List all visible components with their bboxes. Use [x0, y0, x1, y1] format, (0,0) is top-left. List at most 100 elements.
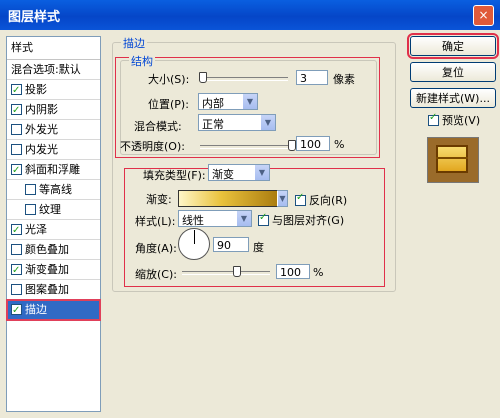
angle-dial[interactable]	[178, 228, 210, 260]
sidebar-item-label: 混合选项:默认	[11, 63, 81, 76]
align-with-layer-label: 与图层对齐(G)	[272, 214, 345, 227]
opacity-label: 不透明度(O):	[120, 140, 185, 153]
chevron-down-icon: ▼	[242, 94, 257, 109]
gradient-style-select[interactable]: 线性 ▼	[178, 210, 252, 227]
gradient-swatch[interactable]	[178, 190, 286, 207]
sidebar-item-label: 渐变叠加	[25, 263, 69, 276]
preview-checkbox[interactable]: 预览(V)	[428, 112, 480, 128]
angle-dial-indicator	[194, 230, 195, 244]
sidebar-item[interactable]: 斜面和浮雕	[7, 160, 100, 180]
sidebar-item-label: 投影	[25, 83, 47, 96]
checkbox-icon[interactable]	[11, 161, 22, 180]
styles-list-header: 样式	[7, 37, 100, 60]
blend-mode-select[interactable]: 正常 ▼	[198, 114, 276, 131]
opacity-slider-thumb[interactable]	[288, 140, 296, 151]
sidebar-item-label: 内阴影	[25, 103, 58, 116]
sidebar-item-label: 描边	[25, 303, 47, 316]
scale-unit: %	[313, 266, 324, 279]
reverse-label: 反向(R)	[309, 194, 348, 207]
position-select[interactable]: 内部 ▼	[198, 93, 258, 110]
opacity-unit: %	[334, 138, 345, 151]
preview-label: 预览(V)	[442, 114, 481, 127]
checkbox-icon[interactable]	[25, 183, 36, 195]
gradient-label: 渐变:	[146, 193, 172, 206]
fill-type-label: 填充类型(F):	[143, 169, 206, 182]
styles-list: 样式 混合选项:默认投影内阴影外发光内发光斜面和浮雕等高线纹理光泽颜色叠加渐变叠…	[6, 36, 101, 412]
angle-unit: 度	[253, 241, 264, 254]
chevron-down-icon: ▼	[277, 191, 287, 206]
sidebar-item[interactable]: 光泽	[7, 220, 100, 240]
blend-mode-label: 混合模式:	[134, 120, 182, 133]
size-label: 大小(S):	[148, 73, 190, 86]
ok-button[interactable]: 确定	[407, 33, 499, 59]
sidebar-item[interactable]: 外发光	[7, 120, 100, 140]
sidebar-item-label: 内发光	[25, 143, 58, 156]
checkbox-icon[interactable]	[11, 123, 22, 135]
sidebar-item[interactable]: 纹理	[7, 200, 100, 220]
checkbox-icon[interactable]	[25, 203, 36, 215]
size-slider-track[interactable]	[200, 77, 288, 81]
sidebar-item[interactable]: 内阴影	[7, 100, 100, 120]
style-label: 样式(L):	[135, 215, 176, 228]
checkbox-icon	[258, 212, 269, 226]
checkbox-icon[interactable]	[11, 301, 22, 320]
sidebar-item-label: 颜色叠加	[25, 243, 69, 256]
stroke-group-title: 描边	[121, 35, 147, 51]
scale-slider-track[interactable]	[182, 271, 270, 275]
gradient-style-select-value: 线性	[182, 214, 204, 227]
sidebar-item-label: 斜面和浮雕	[25, 163, 80, 176]
sidebar-item[interactable]: 渐变叠加	[7, 260, 100, 280]
preview-swatch	[436, 145, 468, 173]
opacity-slider-track[interactable]	[200, 145, 292, 149]
chevron-down-icon: ▼	[260, 115, 275, 130]
angle-label: 角度(A):	[135, 242, 177, 255]
new-style-button[interactable]: 新建样式(W)...	[410, 88, 496, 108]
window-title: 图层样式	[8, 10, 61, 25]
sidebar-item-label: 等高线	[39, 183, 72, 196]
sidebar-item[interactable]: 颜色叠加	[7, 240, 100, 260]
position-label: 位置(P):	[148, 98, 189, 111]
checkbox-icon[interactable]	[11, 81, 22, 100]
checkbox-icon[interactable]	[11, 261, 22, 280]
checkbox-icon	[295, 192, 306, 206]
size-slider-thumb[interactable]	[199, 72, 207, 83]
scale-slider-thumb[interactable]	[233, 266, 241, 277]
sidebar-item[interactable]: 等高线	[7, 180, 100, 200]
sidebar-item-label: 光泽	[25, 223, 47, 236]
style-preview-thumbnail	[427, 137, 479, 183]
fill-type-select[interactable]: 渐变 ▼	[208, 164, 270, 181]
blend-mode-select-value: 正常	[202, 118, 224, 131]
gradient-picker-dropdown[interactable]: ▼	[277, 190, 288, 207]
reset-button[interactable]: 复位	[410, 62, 496, 82]
angle-input[interactable]: 90	[213, 237, 249, 252]
checkbox-icon[interactable]	[11, 101, 22, 120]
preview-divider	[436, 157, 468, 159]
sidebar-item[interactable]: 投影	[7, 80, 100, 100]
chevron-down-icon: ▼	[236, 211, 251, 226]
checkbox-icon[interactable]	[11, 143, 22, 155]
scale-label: 缩放(C):	[135, 268, 177, 281]
structure-group-title: 结构	[129, 53, 155, 69]
size-input[interactable]: 3	[296, 70, 328, 85]
sidebar-item[interactable]: 描边	[6, 299, 101, 321]
close-button[interactable]: ×	[473, 5, 494, 26]
sidebar-item-label: 图案叠加	[25, 283, 69, 296]
fill-type-select-value: 渐变	[212, 168, 234, 181]
position-select-value: 内部	[202, 97, 224, 110]
title-bar: 图层样式 ×	[0, 0, 500, 30]
checkbox-icon[interactable]	[11, 243, 22, 255]
sidebar-item-label: 纹理	[39, 203, 61, 216]
sidebar-item[interactable]: 内发光	[7, 140, 100, 160]
opacity-input[interactable]: 100	[296, 136, 330, 151]
reverse-checkbox[interactable]: 反向(R)	[295, 192, 347, 208]
checkbox-icon	[428, 112, 439, 126]
checkbox-icon[interactable]	[11, 283, 22, 295]
align-with-layer-checkbox[interactable]: 与图层对齐(G)	[258, 212, 344, 228]
sidebar-item[interactable]: 混合选项:默认	[7, 60, 100, 80]
checkbox-icon[interactable]	[11, 221, 22, 240]
sidebar-item[interactable]: 图案叠加	[7, 280, 100, 300]
size-unit: 像素	[333, 73, 355, 86]
layer-style-dialog: 图层样式 × 样式 混合选项:默认投影内阴影外发光内发光斜面和浮雕等高线纹理光泽…	[0, 0, 500, 418]
chevron-down-icon: ▼	[254, 165, 269, 180]
scale-input[interactable]: 100	[276, 264, 310, 279]
